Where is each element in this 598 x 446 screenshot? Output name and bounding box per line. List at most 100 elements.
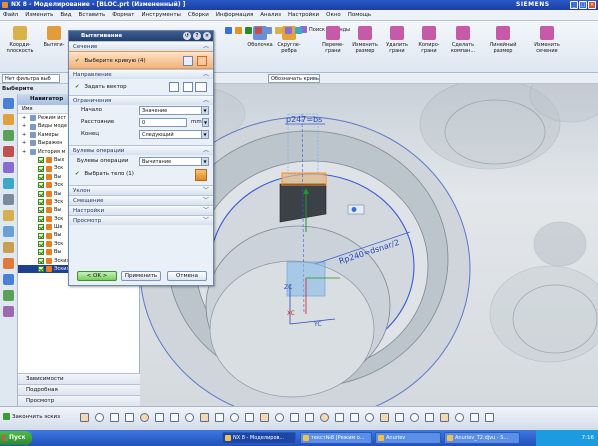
ribbon-button[interactable]: Сделать компан... <box>446 24 480 68</box>
inferred-vector-icon[interactable] <box>195 82 207 92</box>
manufacturing-wizard-icon[interactable] <box>3 274 14 285</box>
point-icon[interactable] <box>215 413 224 422</box>
sketch-section-icon[interactable] <box>183 56 193 66</box>
end-select[interactable]: Следующий ▼ <box>139 130 209 139</box>
distance-input[interactable]: 0 <box>139 118 187 127</box>
evaluate-icon[interactable] <box>410 413 419 422</box>
visualization-icon[interactable] <box>3 306 14 317</box>
process-studio-icon[interactable] <box>3 226 14 237</box>
help-icon[interactable]: ? <box>193 32 201 40</box>
ribbon-button[interactable]: Изменить размер <box>348 24 382 68</box>
expand-icon[interactable]: + <box>22 148 28 156</box>
reverse-direction-icon[interactable] <box>169 82 179 92</box>
menu-item[interactable]: Формат <box>112 12 134 18</box>
menu-item[interactable]: Вставить <box>79 12 106 18</box>
circle-icon[interactable] <box>125 413 134 422</box>
update-icon[interactable] <box>395 413 404 422</box>
menu-item[interactable]: Сборки <box>188 12 209 18</box>
mirror-icon[interactable] <box>260 413 269 422</box>
boolean-group-header[interactable]: Булевы операции ︿ <box>69 145 213 155</box>
preview-group-header[interactable]: Просмотр ﹀ <box>69 215 213 225</box>
quick-access-icon[interactable] <box>265 27 272 34</box>
trim-icon[interactable] <box>275 413 284 422</box>
curve-rule-select[interactable]: Обозначать кривы <box>268 74 320 83</box>
taskbar-task[interactable]: NX 8 - Моделиров... <box>222 432 296 444</box>
taskbar-task[interactable]: текст№8 [Режим о... <box>300 432 372 444</box>
clock[interactable]: 7:16 <box>582 435 594 441</box>
type-filter-select[interactable]: Нет фильтра выб <box>2 74 60 83</box>
menu-item[interactable]: Файл <box>3 12 18 18</box>
pattern-icon[interactable] <box>245 413 254 422</box>
menu-item[interactable]: Инструменты <box>142 12 181 18</box>
quick-access-icon[interactable] <box>245 27 252 34</box>
select-curve-row[interactable]: ✔ Выберите кривую (4) <box>69 51 213 69</box>
assembly-navigator-icon[interactable] <box>3 98 14 109</box>
ribbon-button[interactable]: Коорди- плоскость <box>3 24 37 68</box>
chevron-down-icon[interactable]: ▼ <box>202 118 209 127</box>
polygon-icon[interactable] <box>185 413 194 422</box>
checkbox-icon[interactable] <box>38 173 44 180</box>
expand-icon[interactable]: + <box>22 122 28 130</box>
preview-panel[interactable]: Просмотр <box>18 395 140 406</box>
select-body-row[interactable]: ✔ Выбрать тело (1) <box>75 171 134 177</box>
more-icon[interactable] <box>440 413 449 422</box>
quick-access-icon[interactable] <box>285 27 292 34</box>
taskbar-task[interactable]: Anuriev <box>375 432 441 444</box>
checkbox-icon[interactable] <box>38 249 44 256</box>
boolean-select[interactable]: Вычитание ▼ <box>139 157 209 166</box>
dialog-close-icon[interactable]: × <box>203 32 211 40</box>
line-icon[interactable] <box>95 413 104 422</box>
grid-icon[interactable] <box>470 413 479 422</box>
settings-icon[interactable] <box>455 413 464 422</box>
menu-item[interactable]: Информация <box>216 12 253 18</box>
palette-icon[interactable] <box>3 290 14 301</box>
menu-item[interactable]: Анализ <box>260 12 281 18</box>
checkbox-icon[interactable] <box>38 207 44 214</box>
fillet-icon[interactable] <box>140 413 149 422</box>
checkbox-icon[interactable] <box>38 165 44 172</box>
checkbox-icon[interactable] <box>38 215 44 222</box>
checkbox-icon[interactable] <box>38 257 44 264</box>
profile-icon[interactable] <box>80 413 89 422</box>
specify-vector-row[interactable]: ✔ Задать вектор <box>69 79 213 95</box>
expand-icon[interactable]: + <box>22 139 28 147</box>
sketch-view-icon[interactable] <box>350 413 359 422</box>
menu-item[interactable]: Помощь <box>348 12 371 18</box>
ribbon-button[interactable]: Переме- грани <box>316 24 350 68</box>
part-navigator-icon[interactable] <box>3 130 14 141</box>
curve-icon[interactable] <box>197 56 207 66</box>
checkbox-icon[interactable] <box>38 224 44 231</box>
reuse-library-icon[interactable] <box>3 146 14 157</box>
hd3d-tools-icon[interactable] <box>3 162 14 173</box>
roles-icon[interactable] <box>3 242 14 253</box>
reattach-icon[interactable] <box>380 413 389 422</box>
menu-item[interactable]: Окно <box>326 12 341 18</box>
start-button[interactable]: Пуск <box>0 431 32 445</box>
checkbox-icon[interactable] <box>38 157 44 164</box>
checkbox-icon[interactable] <box>38 241 44 248</box>
quick-access-icon[interactable] <box>295 27 302 34</box>
rectangle-icon[interactable] <box>170 413 179 422</box>
finish-sketch-button[interactable]: Закончить эскиз <box>3 413 60 420</box>
direction-group-header[interactable]: Направление ︿ <box>69 69 213 79</box>
section-group-header[interactable]: Сечение ︿ <box>69 41 213 51</box>
display-icon[interactable] <box>425 413 434 422</box>
dimension-width[interactable]: p247=bs <box>286 115 322 124</box>
menu-item[interactable]: Вид <box>60 12 71 18</box>
limits-group-header[interactable]: Ограничения ︿ <box>69 95 213 105</box>
checkbox-icon[interactable] <box>38 199 44 206</box>
ribbon-button[interactable]: Копиро- грани <box>412 24 446 68</box>
checkbox-icon[interactable] <box>38 232 44 239</box>
system-scenes-icon[interactable] <box>3 258 14 269</box>
settings-group-header[interactable]: Настройки ﹀ <box>69 205 213 215</box>
details-panel[interactable]: Подробная <box>18 384 140 395</box>
draft-group-header[interactable]: Уклон ﹀ <box>69 185 213 195</box>
apply-button[interactable]: Применить <box>121 271 161 281</box>
ribbon-button[interactable]: Изменить сечение <box>530 24 564 68</box>
ribbon-button[interactable]: Вытяги- <box>37 24 71 68</box>
close-button[interactable]: × <box>588 1 596 9</box>
ribbon-button[interactable]: Удалить грани <box>380 24 414 68</box>
quick-access-icon[interactable] <box>225 27 232 34</box>
ok-button[interactable]: < OK > <box>77 271 117 281</box>
orient-view-icon[interactable] <box>365 413 374 422</box>
